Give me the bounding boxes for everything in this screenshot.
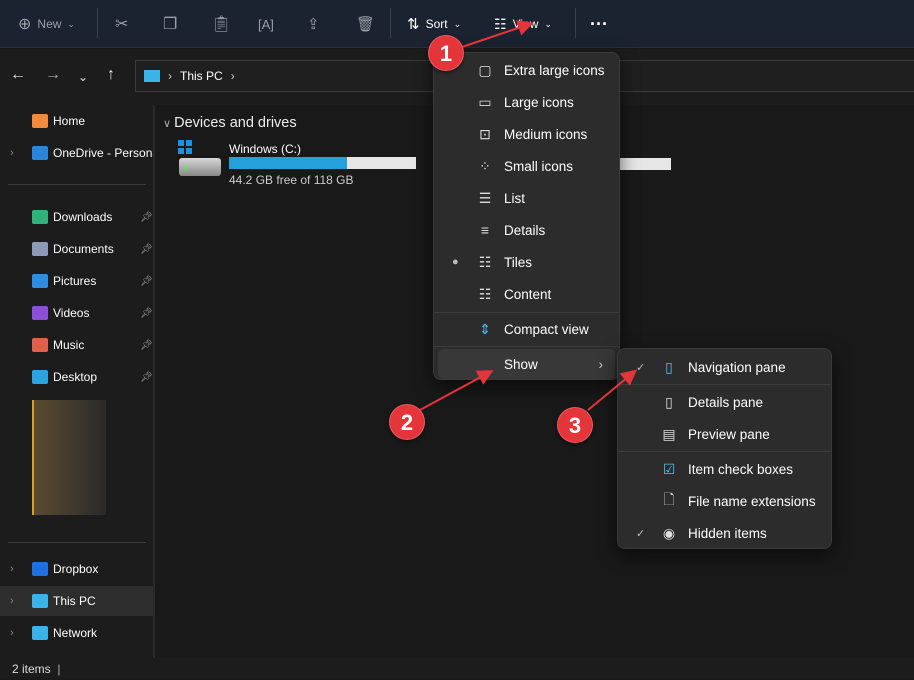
annotation-badge-3: 3	[557, 407, 593, 443]
arrow-1	[461, 20, 534, 48]
annotation-badge-1: 1	[428, 35, 464, 71]
arrow-3	[587, 369, 638, 411]
arrow-2	[419, 370, 494, 411]
annotation-arrows	[419, 20, 638, 411]
status-bar: 2 items |	[0, 658, 914, 678]
annotation-badge-2: 2	[389, 404, 425, 440]
